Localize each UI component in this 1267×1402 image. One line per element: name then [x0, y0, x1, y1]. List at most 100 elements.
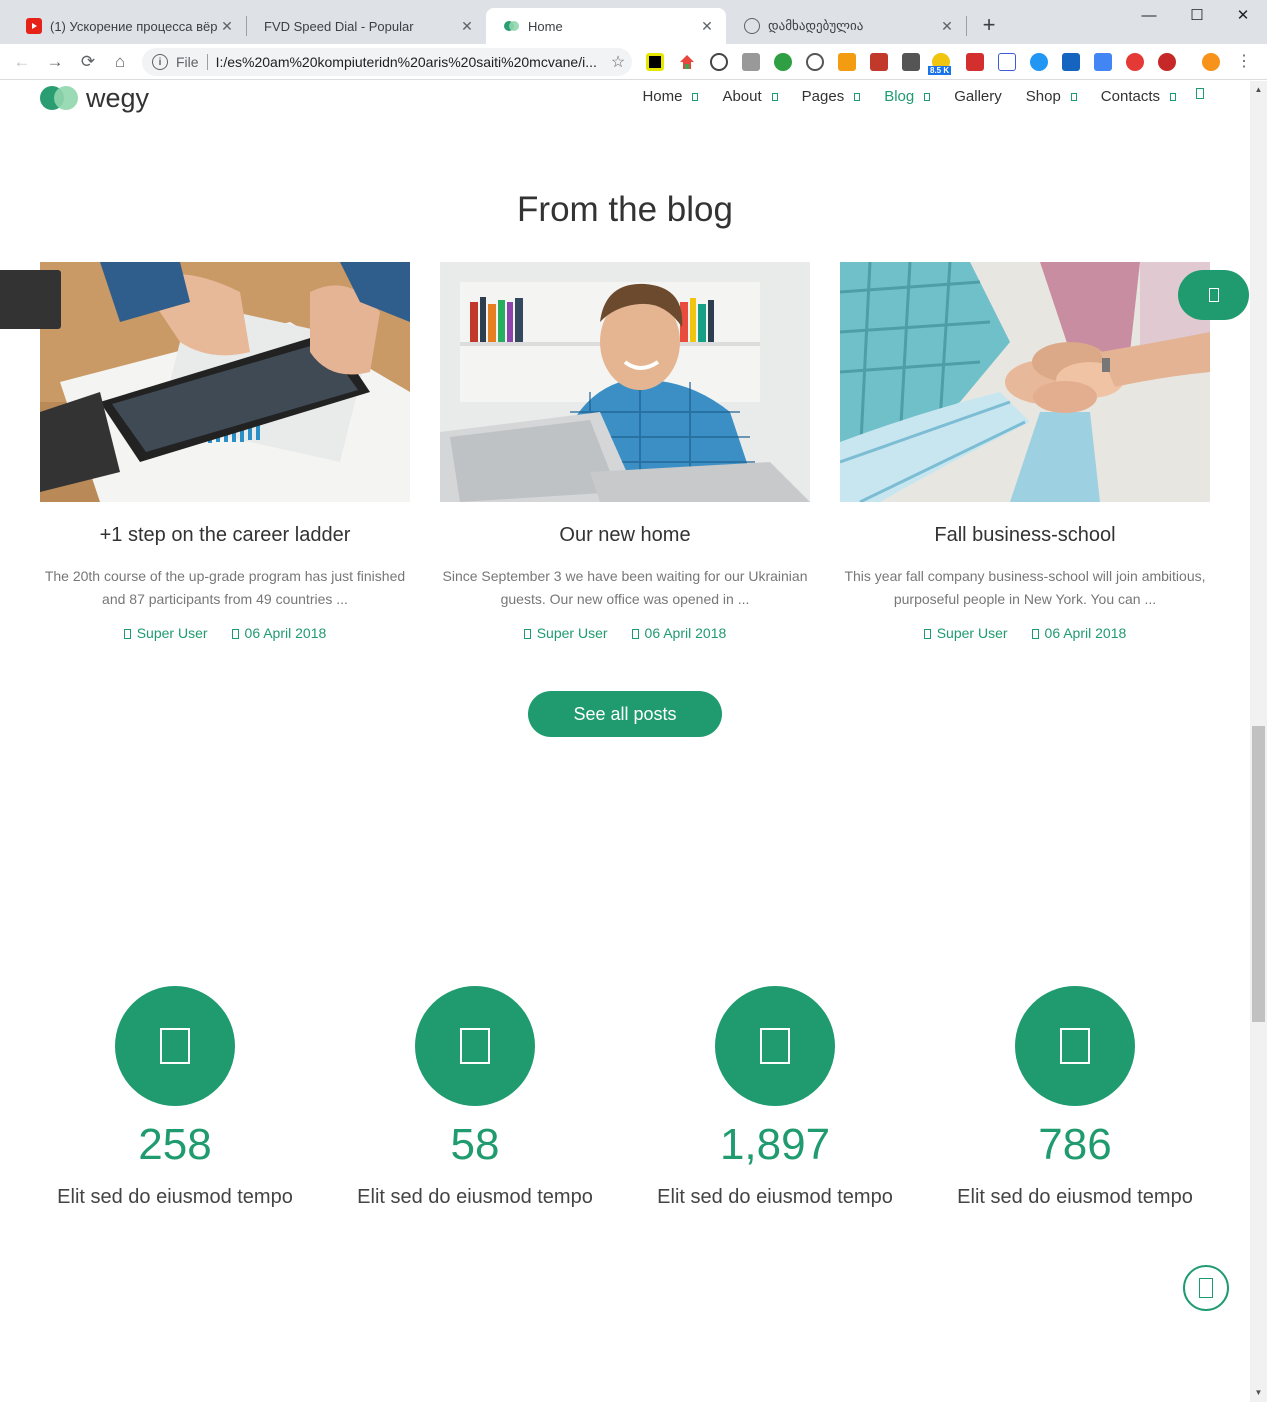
post-excerpt: The 20th course of the up-grade program …	[44, 568, 406, 607]
scroll-down-arrow-icon[interactable]: ▼	[1250, 1386, 1267, 1400]
stat-value: 1,897	[719, 1120, 831, 1169]
stat-label: Elit sed do eiusmod tempo	[57, 1186, 293, 1208]
close-window-button[interactable]: ✕	[1220, 0, 1266, 30]
stat-value: 786	[1038, 1120, 1112, 1169]
tab-title: დამხადებულია	[768, 18, 864, 33]
translate-icon[interactable]	[1094, 53, 1112, 71]
extension-id-icon[interactable]	[774, 53, 792, 71]
extension-icon[interactable]	[646, 53, 664, 71]
tab-title: FVD Speed Dial - Popular	[264, 18, 414, 34]
url-text[interactable]: I:/es%20am%20kompiuteridn%20aris%20saiti…	[216, 54, 604, 70]
extension-window-icon[interactable]	[1062, 53, 1080, 71]
side-panel-toggle[interactable]	[0, 270, 61, 329]
user-icon	[123, 629, 131, 639]
nav-item-gallery[interactable]: Gallery	[954, 88, 1002, 105]
blog-image-man-laptop[interactable]	[440, 262, 810, 502]
reload-button[interactable]: ⟳	[76, 50, 100, 74]
stat-counter: 1,897 Elit sed do eiusmod tempo	[625, 986, 925, 1209]
extension-orange-icon[interactable]	[838, 53, 856, 71]
search-icon[interactable]	[1196, 88, 1204, 99]
browser-tab-fvd[interactable]: FVD Speed Dial - Popular ✕	[246, 8, 486, 44]
see-all-posts-button[interactable]: See all posts	[528, 691, 722, 737]
post-title[interactable]: Our new home	[440, 524, 810, 547]
stat-icon	[1060, 1028, 1090, 1064]
floating-action-button[interactable]	[1178, 270, 1249, 320]
chevron-down-icon	[924, 92, 931, 101]
post-date: 06 April 2018	[231, 625, 326, 641]
post-meta: Super User 06 April 2018	[40, 625, 410, 641]
back-to-top-button[interactable]	[1183, 1265, 1229, 1311]
post-date: 06 April 2018	[631, 625, 726, 641]
stat-icon	[160, 1028, 190, 1064]
close-tab-icon[interactable]: ✕	[938, 18, 956, 35]
scroll-up-arrow-icon[interactable]: ▲	[1250, 83, 1267, 97]
stat-value: 258	[138, 1120, 212, 1169]
scrollbar-thumb[interactable]	[1252, 726, 1265, 1022]
stat-label: Elit sed do eiusmod tempo	[357, 1186, 593, 1208]
nav-item-home[interactable]: Home	[642, 88, 699, 105]
page-scrollbar[interactable]: ▲ ▼	[1250, 81, 1267, 1402]
stat-icon-circle	[715, 986, 835, 1106]
chevron-down-icon	[854, 92, 861, 101]
extension-gray-icon[interactable]	[742, 53, 760, 71]
forward-button[interactable]: →	[43, 50, 67, 74]
youtube-icon	[26, 18, 42, 34]
close-tab-icon[interactable]: ✕	[698, 18, 716, 35]
nav-label: Shop	[1025, 88, 1061, 105]
post-author[interactable]: Super User	[123, 625, 208, 641]
nav-label: Home	[642, 88, 683, 105]
extension-home-icon[interactable]	[678, 53, 696, 71]
maximize-button[interactable]: ☐	[1174, 0, 1220, 30]
globe-icon	[744, 18, 760, 34]
post-author[interactable]: Super User	[523, 625, 608, 641]
browser-menu-icon[interactable]: ⋮	[1236, 52, 1252, 72]
browser-tab-georgian[interactable]: დამხადებულია ✕	[726, 8, 966, 44]
back-button[interactable]: ←	[10, 50, 34, 74]
nav-item-shop[interactable]: Shop	[1026, 88, 1077, 105]
address-bar[interactable]: i File I:/es%20am%20kompiuteridn%20aris%…	[142, 48, 632, 76]
tab-title: (1) Ускорение процесса вёрстки	[50, 18, 218, 34]
extension-info-icon[interactable]	[806, 53, 824, 71]
site-logo[interactable]: wegy	[40, 83, 150, 113]
extension-x-icon[interactable]	[870, 53, 888, 71]
nav-label: Pages	[801, 88, 845, 105]
new-tab-button[interactable]: +	[978, 14, 1000, 36]
minimize-button[interactable]: —	[1126, 0, 1172, 30]
bitcoin-icon[interactable]	[1202, 53, 1220, 71]
nav-item-pages[interactable]: Pages	[802, 88, 861, 105]
extension-yab-icon[interactable]	[1158, 53, 1176, 71]
extension-grid-icon[interactable]	[998, 53, 1016, 71]
info-icon[interactable]: i	[152, 54, 168, 70]
post-title[interactable]: Fall business-school	[840, 524, 1210, 547]
tab-title: Home	[528, 18, 563, 34]
nav-item-about[interactable]: About	[722, 88, 778, 105]
page-viewport: wegy Home About Pages Blog Gallery Shop …	[0, 81, 1250, 1402]
extension-flash-icon[interactable]	[1126, 53, 1144, 71]
extension-sync-icon[interactable]	[710, 53, 728, 71]
chevron-down-icon	[771, 92, 778, 101]
extension-red-icon[interactable]	[966, 53, 984, 71]
close-tab-icon[interactable]: ✕	[458, 18, 476, 35]
user-icon	[923, 629, 931, 639]
blog-image-team-hands[interactable]	[840, 262, 1210, 502]
chevron-down-icon	[692, 92, 699, 101]
browser-tab-strip: (1) Ускорение процесса вёрстки ✕ FVD Spe…	[0, 0, 1267, 44]
browser-tab-youtube[interactable]: (1) Ускорение процесса вёрстки ✕	[8, 8, 246, 44]
stat-label: Elit sed do eiusmod tempo	[957, 1186, 1193, 1208]
extension-dark-icon[interactable]	[902, 53, 920, 71]
close-tab-icon[interactable]: ✕	[218, 18, 236, 35]
nav-item-contacts[interactable]: Contacts	[1101, 88, 1176, 105]
stat-icon-circle	[1015, 986, 1135, 1106]
bookmark-star-icon[interactable]: ☆	[604, 52, 632, 72]
browser-tab-home[interactable]: Home ✕	[486, 8, 726, 44]
arrow-up-icon	[1199, 1278, 1213, 1298]
post-title[interactable]: +1 step on the career ladder	[40, 524, 410, 547]
post-author[interactable]: Super User	[923, 625, 1008, 641]
cart-icon	[1208, 288, 1219, 302]
stat-icon	[460, 1028, 490, 1064]
logo-text: wegy	[86, 83, 150, 113]
extension-blue-icon[interactable]	[1030, 53, 1048, 71]
blog-image-tablet[interactable]	[40, 262, 410, 502]
home-button[interactable]: ⌂	[108, 50, 132, 74]
nav-item-blog[interactable]: Blog	[884, 88, 931, 105]
